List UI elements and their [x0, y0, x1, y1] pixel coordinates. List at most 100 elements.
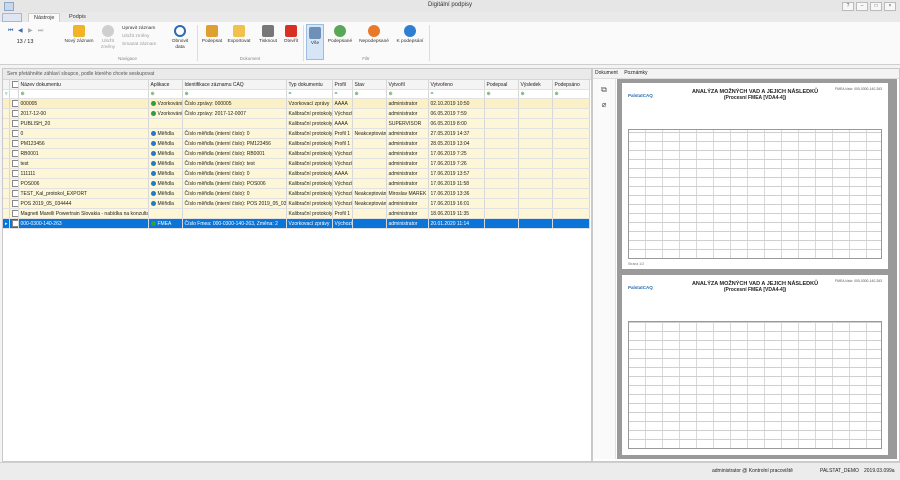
filter-cell[interactable]: ⊕ [18, 89, 149, 99]
filter-cell[interactable]: ⊕ [552, 89, 590, 99]
cell-signed-at [552, 98, 590, 109]
first-record-icon[interactable]: ⏮ [8, 28, 14, 34]
col-profile[interactable]: Profil [332, 80, 353, 90]
table-row[interactable]: POS 2019_05_034444 Měřidla Číslo měřidla (… [3, 198, 590, 209]
row-checkbox[interactable] [9, 108, 19, 119]
row-select-checkbox[interactable] [11, 140, 17, 147]
row-select-checkbox[interactable] [11, 130, 17, 137]
row-checkbox[interactable] [9, 158, 19, 169]
col-result[interactable]: Výsledek [518, 80, 553, 90]
row-checkbox[interactable] [9, 198, 19, 209]
row-checkbox[interactable] [9, 138, 19, 149]
row-checkbox[interactable] [9, 178, 19, 189]
row-select-checkbox[interactable] [11, 160, 17, 167]
row-select-checkbox[interactable] [11, 150, 17, 157]
row-checkbox[interactable] [9, 98, 19, 109]
row-checkbox[interactable] [9, 148, 19, 159]
filter-cell[interactable]: ⊕ [148, 89, 183, 99]
row-checkbox[interactable] [9, 168, 19, 179]
refresh-button[interactable]: Obnovit data [168, 25, 192, 50]
cell-profile: Výchozí [332, 188, 353, 199]
col-name[interactable]: Název dokumentu [18, 80, 149, 90]
tab-notes[interactable]: Poznámky [624, 70, 647, 76]
close-button[interactable]: × [884, 2, 896, 11]
col-caq-id[interactable]: Identifikace záznamu CAQ [182, 80, 287, 90]
maximize-button[interactable]: □ [870, 2, 882, 11]
select-all-checkbox[interactable] [11, 81, 17, 88]
approve-button[interactable]: Uložit změny [98, 25, 118, 50]
row-select-checkbox[interactable] [11, 210, 17, 217]
pdf-subtitle: (Procesní FMEA [VDA4-4]) [723, 287, 787, 293]
table-row[interactable]: PUBLISH_20 Kalibrační protokoly AAAA SUPERV… [3, 118, 590, 129]
row-checkbox[interactable] [9, 118, 19, 129]
row-select-checkbox[interactable] [11, 110, 17, 117]
filter-cell[interactable]: ⊕ [484, 89, 519, 99]
last-record-icon[interactable]: ⏭ [38, 28, 44, 34]
col-app[interactable]: Aplikace [148, 80, 183, 90]
col-signed-by[interactable]: Podepsal [484, 80, 519, 90]
attachment-icon[interactable]: ⌀ [600, 100, 609, 109]
prev-record-icon[interactable]: ◀ [18, 28, 24, 34]
filter-cell[interactable]: = [286, 89, 333, 99]
filter-cell[interactable]: ⊕ [518, 89, 553, 99]
table-row[interactable]: Magneti Marelli Powertrain Slovakia - na… [3, 208, 590, 219]
edit-record-button[interactable]: Upravit záznam [122, 26, 155, 31]
row-checkbox[interactable] [9, 188, 19, 199]
export-button[interactable]: Exportovat [225, 25, 253, 45]
filter-cell[interactable]: ⊕ [182, 89, 287, 99]
tab-document[interactable]: Dokument [595, 70, 618, 76]
table-row[interactable]: 000005 Vzorkování Číslo zprávy: 000005 Vzor… [3, 98, 590, 109]
copy-icon[interactable]: ⧉ [600, 85, 609, 94]
row-checkbox[interactable] [9, 208, 19, 219]
col-signed-at[interactable]: Podepsáno [552, 80, 590, 90]
row-checkbox[interactable] [9, 128, 19, 139]
table-row[interactable]: 111111 Měřidla Číslo měřidla (interní čísl… [3, 168, 590, 179]
table-row[interactable]: POS006 Měřidla Číslo měřidla (interní čísl… [3, 178, 590, 189]
filter-cell[interactable]: ⊕ [352, 89, 387, 99]
table-row[interactable]: test Měřidla Číslo měřidla (interní číslo)… [3, 158, 590, 169]
new-record-button[interactable]: Nový záznam [62, 25, 96, 45]
cell-result [518, 148, 553, 159]
row-select-checkbox[interactable] [11, 120, 17, 127]
minimize-button[interactable]: – [856, 2, 868, 11]
filter-cell[interactable]: = [332, 89, 353, 99]
col-state[interactable]: Stav [352, 80, 387, 90]
delete-record-button[interactable]: Smazat záznam [122, 42, 156, 47]
open-button[interactable]: Otevřít [281, 25, 301, 45]
table-row[interactable]: ▸ 000-0300-140-263 FMEA Číslo Fmea: 000-030… [3, 218, 590, 229]
table-row[interactable]: PM123456 Měřidla Číslo měřidla (interní čí… [3, 138, 590, 149]
filter-cell[interactable]: = [428, 89, 485, 99]
print-button[interactable]: Tisknout [256, 25, 280, 45]
col-doc-type[interactable]: Typ dokumentu [286, 80, 333, 90]
filter-all-button[interactable]: Vše [306, 24, 324, 60]
row-select-checkbox[interactable] [11, 100, 17, 107]
cell-signed-at [552, 178, 590, 189]
filter-unsigned-button[interactable]: Nepodepsané [357, 25, 391, 45]
row-select-checkbox[interactable] [11, 200, 17, 207]
help-icon[interactable]: ? [842, 2, 854, 11]
row-checkbox[interactable] [9, 218, 19, 229]
row-select-checkbox[interactable] [11, 180, 17, 187]
table-row[interactable]: TEST_Kal_protokol_EXPORT Měřidla Číslo měř… [3, 188, 590, 199]
table-row[interactable]: 2017-12-00 Vzorkování Číslo zprávy: 2017-1… [3, 108, 590, 119]
select-all-header[interactable] [9, 80, 19, 90]
filter-to-sign-button[interactable]: K podepsání [394, 25, 426, 45]
row-select-checkbox[interactable] [11, 190, 17, 197]
pdf-page-1: PalstatCAQ FMEA číslo: 000-0300-140-263 … [622, 83, 888, 269]
cell-doc-type: Kalibrační protokoly [286, 138, 333, 149]
row-select-checkbox[interactable] [11, 220, 17, 227]
row-select-checkbox[interactable] [11, 170, 17, 177]
table-row[interactable]: RB0001 Měřidla Číslo měřidla (interní čísl… [3, 148, 590, 159]
sign-button[interactable]: Podepsat [201, 25, 223, 45]
col-created[interactable]: Vytvořeno [428, 80, 485, 90]
file-tab[interactable] [2, 13, 22, 22]
filter-cell[interactable]: ⊕ [386, 89, 429, 99]
next-record-icon[interactable]: ▶ [28, 28, 34, 34]
table-row[interactable]: 0 Měřidla Číslo měřidla (interní číslo): 0… [3, 128, 590, 139]
save-changes-button[interactable]: Uložit změny [122, 34, 149, 39]
col-creator[interactable]: Vytvořil [386, 80, 429, 90]
tab-podpis[interactable]: Podpis [64, 13, 91, 22]
filter-signed-button[interactable]: Podepsané [326, 25, 354, 45]
pdf-viewer[interactable]: PalstatCAQ FMEA číslo: 000-0300-140-263 … [617, 79, 897, 459]
cell-creator: administrator [386, 158, 429, 169]
